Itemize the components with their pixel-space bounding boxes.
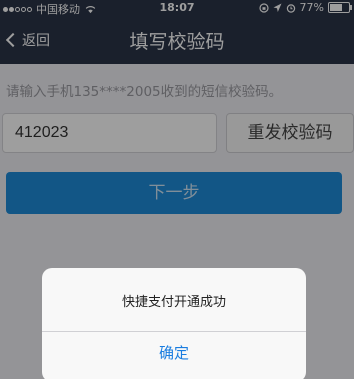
alert-message: 快捷支付开通成功	[121, 295, 226, 310]
screen: 中国移动 18:07 77% 返回 填写校验码 请输入手机135****2005…	[0, 0, 354, 379]
success-alert: 快捷支付开通成功 确定	[42, 268, 306, 379]
confirm-button[interactable]: 确定	[42, 332, 306, 379]
